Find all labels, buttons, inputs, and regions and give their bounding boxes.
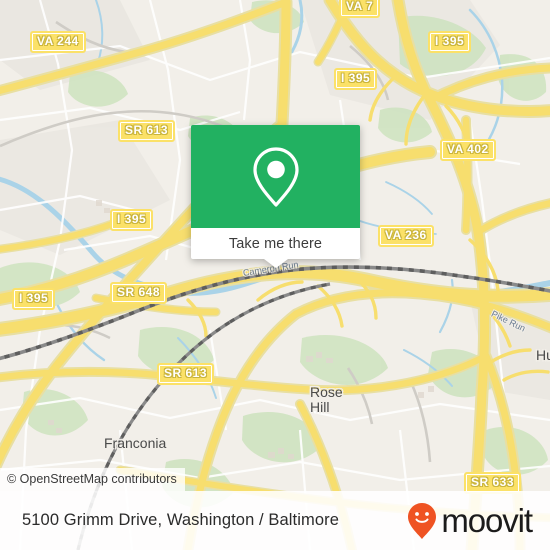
popup-header bbox=[191, 125, 360, 228]
place-label-rose-hill: Rose Hill bbox=[310, 384, 343, 415]
bottom-info-bar: 5100 Grimm Drive, Washington / Baltimore… bbox=[0, 491, 550, 550]
map-pin-icon bbox=[252, 146, 299, 207]
address-label: 5100 Grimm Drive, Washington / Baltimore bbox=[22, 511, 339, 529]
highway-shield: VA 244 bbox=[30, 31, 86, 53]
osm-attribution[interactable]: © OpenStreetMap contributors bbox=[0, 468, 185, 491]
moovit-smiley-pin-icon bbox=[408, 502, 437, 539]
highway-shield: VA 236 bbox=[378, 225, 434, 247]
popup-pointer-tail bbox=[263, 259, 288, 268]
highway-shield: I 395 bbox=[334, 68, 378, 90]
highway-shield: VA 7 bbox=[339, 0, 381, 18]
highway-shield: VA 402 bbox=[440, 139, 496, 161]
highway-shield: I 395 bbox=[110, 209, 154, 231]
place-label-hu: Hu bbox=[536, 347, 550, 363]
highway-shield: I 395 bbox=[12, 288, 56, 310]
take-me-there-label: Take me there bbox=[228, 235, 323, 252]
osm-attribution-text: © OpenStreetMap contributors bbox=[7, 472, 177, 486]
destination-popup-card[interactable]: Take me there bbox=[191, 125, 360, 268]
moovit-brand[interactable]: moovit bbox=[407, 502, 533, 540]
map-screenshot: VA 244 VA 7 I 395 I 395 SR 613 VA 402 I … bbox=[0, 0, 550, 550]
popup-footer[interactable]: Take me there bbox=[191, 228, 360, 259]
place-label-franconia: Franconia bbox=[104, 435, 167, 451]
highway-shield: SR 648 bbox=[110, 282, 168, 304]
highway-shield: SR 613 bbox=[118, 120, 176, 142]
moovit-wordmark: moovit bbox=[441, 502, 533, 539]
highway-shield: SR 613 bbox=[157, 363, 215, 385]
highway-shield: I 395 bbox=[428, 31, 472, 53]
